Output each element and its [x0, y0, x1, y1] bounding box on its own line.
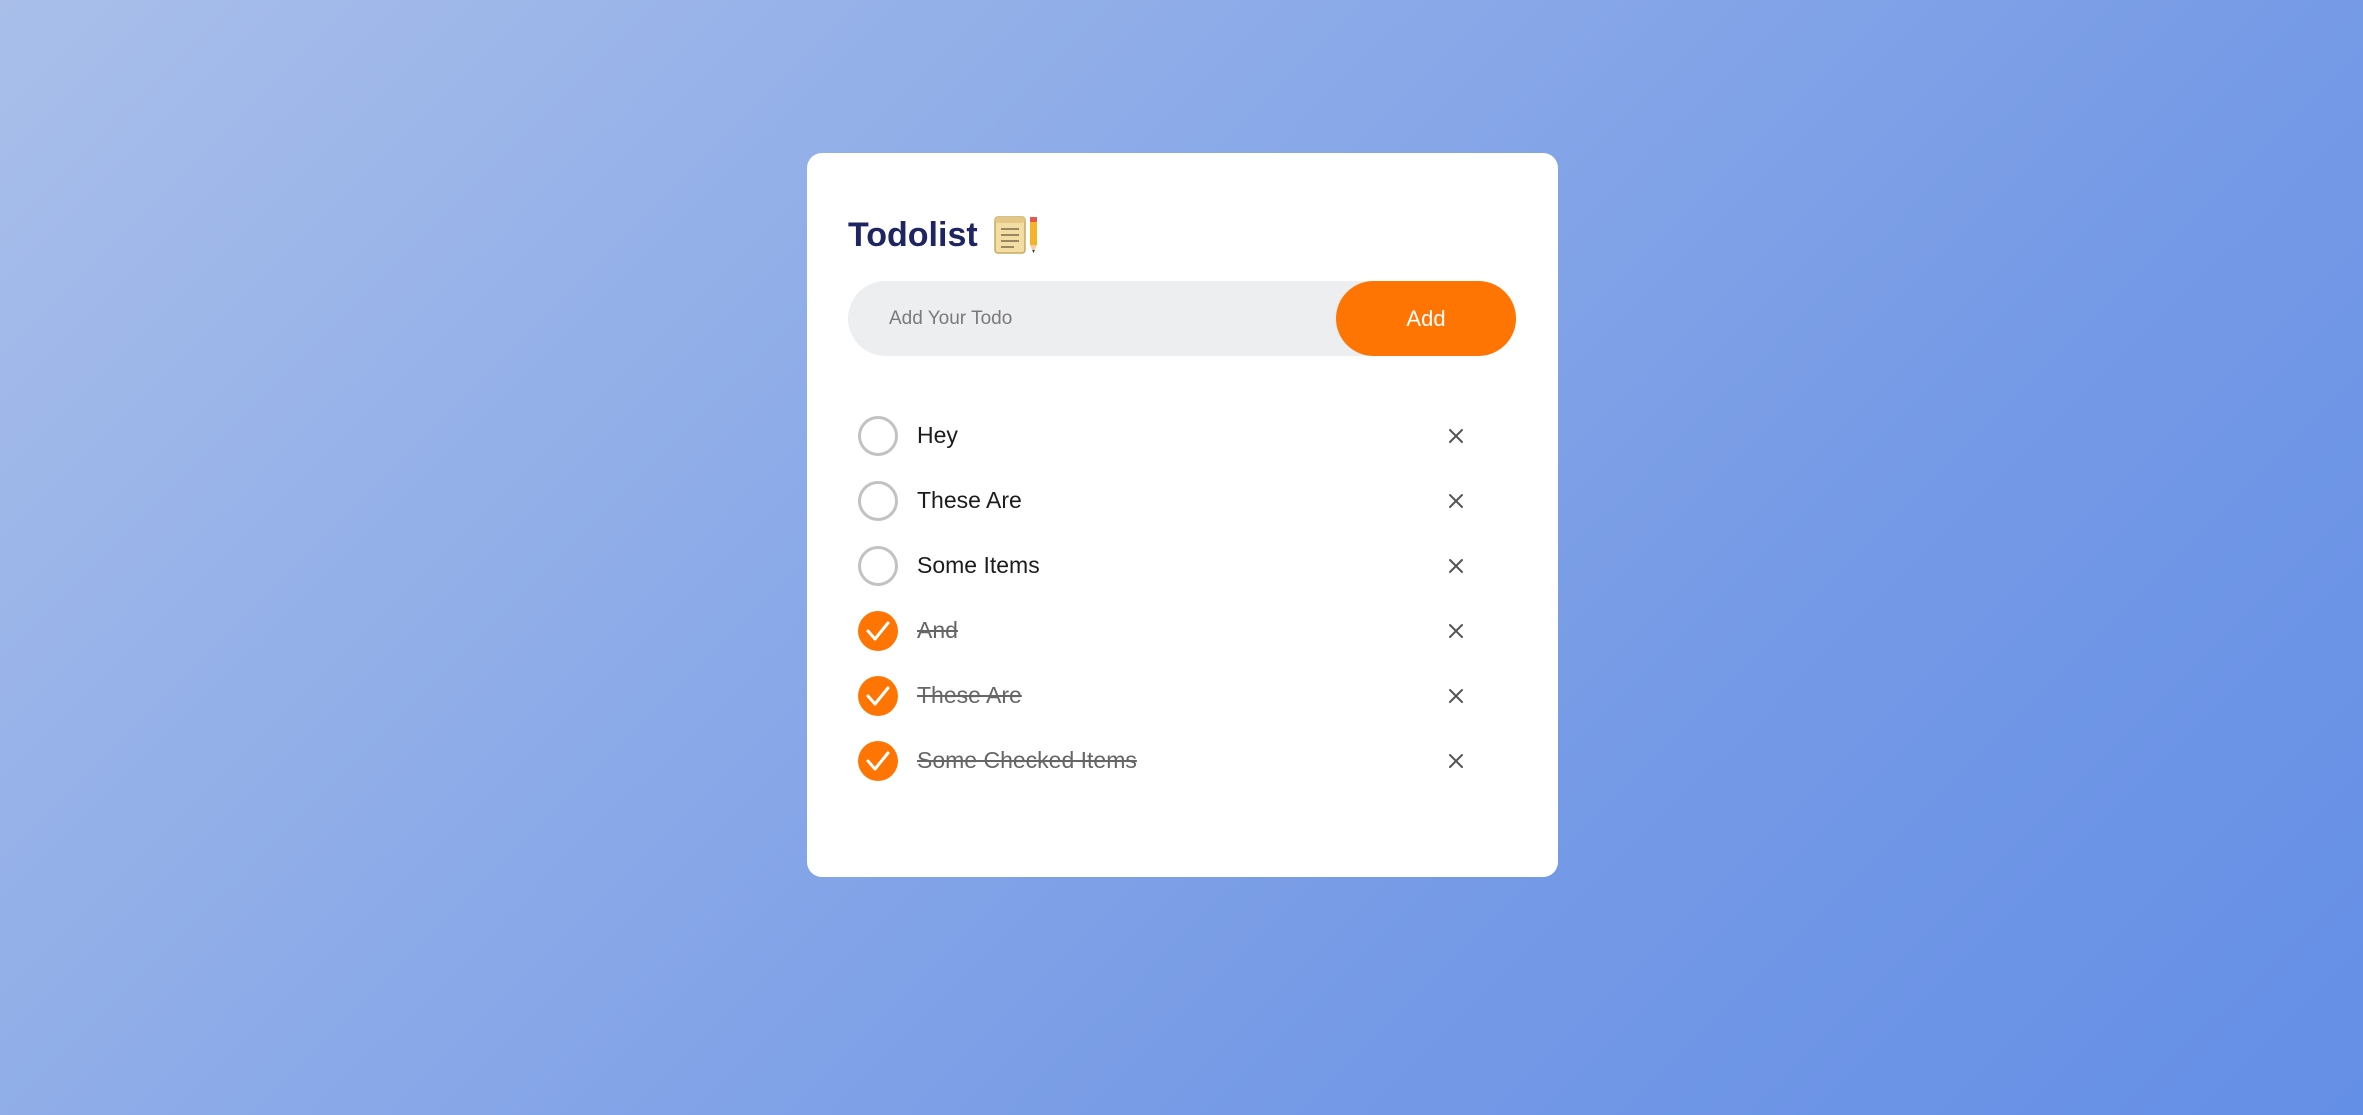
close-icon[interactable]: [1445, 490, 1467, 512]
todo-label: These Are: [917, 682, 1022, 708]
check-circle-icon[interactable]: [858, 740, 898, 781]
todo-label: These Are: [917, 487, 1022, 513]
todo-item[interactable]: These Are: [858, 663, 1498, 728]
check-circle-icon[interactable]: [858, 545, 898, 586]
add-todo-form: Add: [848, 281, 1516, 356]
todo-item[interactable]: These Are: [858, 468, 1498, 533]
check-circle-icon[interactable]: [858, 480, 898, 521]
todo-item[interactable]: Some Items: [858, 533, 1498, 598]
todo-item[interactable]: Some Checked Items: [858, 728, 1498, 793]
notepad-pencil-icon: [992, 214, 1044, 256]
todo-card: Todolist Add Hey: [807, 153, 1558, 877]
todo-label: Some Checked Items: [917, 747, 1137, 773]
check-circle-icon[interactable]: [858, 675, 898, 716]
todo-item[interactable]: And: [858, 598, 1498, 663]
todo-label: Some Items: [917, 552, 1040, 578]
check-circle-icon[interactable]: [858, 610, 898, 651]
todo-label: Hey: [917, 422, 958, 448]
header: Todolist: [848, 210, 1044, 260]
close-icon[interactable]: [1445, 750, 1467, 772]
check-circle-icon[interactable]: [858, 415, 898, 456]
page-title: Todolist: [848, 215, 978, 254]
todo-item[interactable]: Hey: [858, 403, 1498, 468]
close-icon[interactable]: [1445, 425, 1467, 447]
todo-label: And: [917, 617, 958, 643]
close-icon[interactable]: [1445, 685, 1467, 707]
close-icon[interactable]: [1445, 555, 1467, 577]
close-icon[interactable]: [1445, 620, 1467, 642]
todo-list: Hey These Are Some Items And These Are S…: [858, 403, 1498, 793]
add-button[interactable]: Add: [1336, 281, 1516, 356]
todo-input[interactable]: [848, 281, 1338, 356]
